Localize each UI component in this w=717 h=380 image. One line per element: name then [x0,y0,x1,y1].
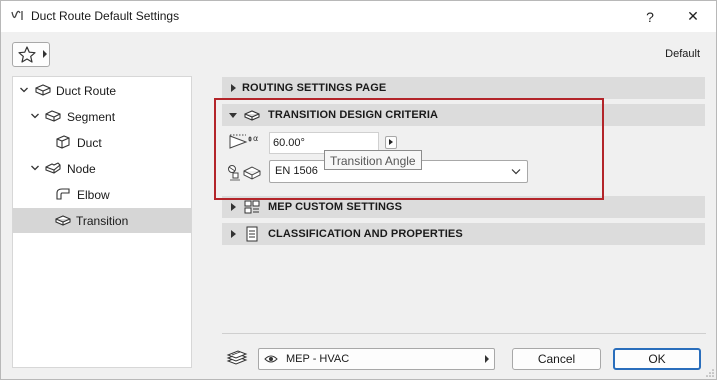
node-icon [45,162,61,174]
collapse-arrow-icon[interactable] [229,113,237,118]
caret-right-icon [485,355,489,363]
view-setting-select[interactable]: MEP - HVAC [258,348,495,370]
section-routing-settings[interactable]: ROUTING SETTINGS PAGE [222,77,705,99]
tree-item-transition[interactable]: Transition [13,208,191,233]
settings-panel: ROUTING SETTINGS PAGE TRANSITION DESIGN … [222,76,705,326]
resize-grip-icon[interactable] [706,369,714,377]
mep-custom-icon [244,200,260,214]
section-label: TRANSITION DESIGN CRITERIA [268,109,439,121]
expand-arrow-icon[interactable] [231,230,236,238]
tree-item-label: Elbow [77,188,110,202]
ok-button[interactable]: OK [613,348,701,370]
section-transition-design-criteria[interactable]: TRANSITION DESIGN CRITERIA [222,104,705,126]
tree-item-duct-route[interactable]: Duct Route [13,78,191,103]
tree-item-label: Transition [76,214,129,228]
profile-label: Default [665,48,700,60]
expand-arrow-icon[interactable] [231,203,236,211]
eye-icon [264,355,278,363]
chevron-down-icon[interactable] [30,111,40,121]
chevron-down-icon[interactable] [19,85,29,95]
chevron-down-icon[interactable] [30,163,40,173]
star-icon [18,46,36,63]
caret-right-icon [43,50,47,58]
chevron-down-icon [511,169,521,175]
close-button[interactable]: ✕ [670,1,716,32]
archicad-app-icon [11,10,23,20]
design-standard-value: EN 1506 [275,165,318,177]
expand-arrow-icon[interactable] [231,84,236,92]
tree-item-label: Duct Route [56,84,117,98]
transition-icon [244,110,260,121]
duct-route-icon [35,84,51,96]
tree-item-segment[interactable]: Segment [13,104,191,129]
title-bar: Duct Route Default Settings ? ✕ [1,1,716,32]
tree-item-duct[interactable]: Duct [13,130,191,155]
section-label: MEP CUSTOM SETTINGS [268,201,403,213]
dialog-window: Duct Route Default Settings ? ✕ Default … [0,0,717,380]
tree-item-label: Segment [67,110,116,124]
help-button[interactable]: ? [627,1,673,32]
tree-item-label: Duct [77,136,102,150]
angle-options-button[interactable] [385,136,397,149]
alpha-symbol: α [253,134,258,143]
cancel-button[interactable]: Cancel [512,348,601,370]
transition-angle-icon: α [229,134,258,149]
favorites-button[interactable] [12,42,50,67]
design-standard-icon [228,165,261,181]
window-title: Duct Route Default Settings [31,9,180,23]
tree-item-node[interactable]: Node [13,156,191,181]
angle-tooltip: Transition Angle [324,150,422,170]
settings-tree: Duct Route Segment Duct Node Elbow Trans… [12,76,192,368]
footer-separator [222,333,706,334]
section-mep-custom-settings[interactable]: MEP CUSTOM SETTINGS [222,196,705,218]
elbow-icon [56,188,70,200]
duct-icon [56,135,70,149]
transition-icon [55,215,71,226]
layers-stack-icon[interactable] [226,349,248,367]
tree-item-label: Node [67,162,96,176]
section-classification-properties[interactable]: CLASSIFICATION AND PROPERTIES [222,223,705,245]
document-list-icon [246,226,258,242]
view-setting-label: MEP - HVAC [286,353,350,365]
segment-icon [45,110,61,122]
section-label: CLASSIFICATION AND PROPERTIES [268,228,463,240]
tree-item-elbow[interactable]: Elbow [13,182,191,207]
section-label: ROUTING SETTINGS PAGE [242,82,387,94]
